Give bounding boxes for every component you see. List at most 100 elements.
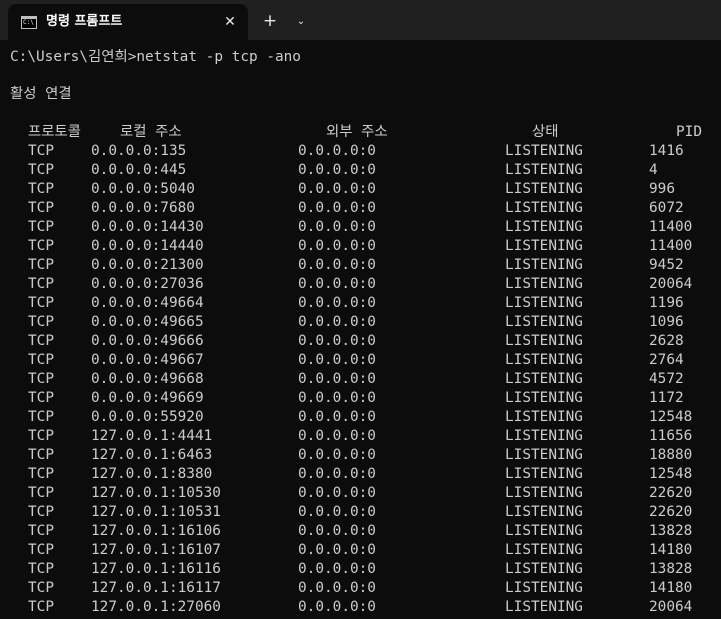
row-state: LISTENING xyxy=(505,599,583,615)
row-local-address: 0.0.0.0:27036 xyxy=(91,276,204,292)
row-pid: 1096 xyxy=(649,314,684,330)
title-bar: C:\ 명령 프롬프트 ✕ + ⌄ xyxy=(0,0,721,40)
command-line: C:\Users\김연희>netstat -p tcp -ano xyxy=(10,48,301,67)
row-proto: TCP xyxy=(28,523,54,539)
row-proto: TCP xyxy=(28,580,54,596)
header-state: 상태 xyxy=(532,124,559,140)
row-pid: 11400 xyxy=(649,238,693,254)
row-foreign-address: 0.0.0.0:0 xyxy=(298,390,376,406)
row-local-address: 127.0.0.1:6463 xyxy=(91,447,213,463)
row-state: LISTENING xyxy=(505,390,583,406)
row-pid: 11656 xyxy=(649,428,693,444)
row-state: LISTENING xyxy=(505,561,583,577)
row-pid: 1196 xyxy=(649,295,684,311)
row-pid: 20064 xyxy=(649,599,693,615)
row-pid: 18880 xyxy=(649,447,693,463)
row-foreign-address: 0.0.0.0:0 xyxy=(298,561,376,577)
row-foreign-address: 0.0.0.0:0 xyxy=(298,181,376,197)
tab-command-prompt[interactable]: C:\ 명령 프롬프트 ✕ xyxy=(8,4,248,40)
row-local-address: 127.0.0.1:8380 xyxy=(91,466,213,482)
header-pid: PID xyxy=(676,124,702,140)
row-state: LISTENING xyxy=(505,162,583,178)
row-state: LISTENING xyxy=(505,314,583,330)
row-foreign-address: 0.0.0.0:0 xyxy=(298,599,376,615)
row-pid: 4 xyxy=(649,162,658,178)
row-proto: TCP xyxy=(28,219,54,235)
row-proto: TCP xyxy=(28,561,54,577)
command-text: netstat -p tcp -ano xyxy=(136,49,301,65)
row-foreign-address: 0.0.0.0:0 xyxy=(298,447,376,463)
row-local-address: 127.0.0.1:4441 xyxy=(91,428,213,444)
row-state: LISTENING xyxy=(505,580,583,596)
row-foreign-address: 0.0.0.0:0 xyxy=(298,276,376,292)
chevron-down-icon[interactable]: ⌄ xyxy=(291,12,311,32)
row-local-address: 127.0.0.1:16116 xyxy=(91,561,221,577)
row-foreign-address: 0.0.0.0:0 xyxy=(298,371,376,387)
row-pid: 22620 xyxy=(649,504,693,520)
header-proto: 프로토콜 xyxy=(28,124,81,140)
row-local-address: 0.0.0.0:14430 xyxy=(91,219,204,235)
row-foreign-address: 0.0.0.0:0 xyxy=(298,466,376,482)
row-local-address: 127.0.0.1:16106 xyxy=(91,523,221,539)
row-state: LISTENING xyxy=(505,200,583,216)
row-proto: TCP xyxy=(28,466,54,482)
row-state: LISTENING xyxy=(505,333,583,349)
row-local-address: 0.0.0.0:49667 xyxy=(91,352,204,368)
row-foreign-address: 0.0.0.0:0 xyxy=(298,523,376,539)
row-proto: TCP xyxy=(28,238,54,254)
row-foreign-address: 0.0.0.0:0 xyxy=(298,219,376,235)
row-pid: 12548 xyxy=(649,466,693,482)
row-foreign-address: 0.0.0.0:0 xyxy=(298,238,376,254)
row-state: LISTENING xyxy=(505,371,583,387)
row-foreign-address: 0.0.0.0:0 xyxy=(298,409,376,425)
row-local-address: 0.0.0.0:49668 xyxy=(91,371,204,387)
row-pid: 6072 xyxy=(649,200,684,216)
terminal-window: C:\ 명령 프롬프트 ✕ + ⌄ C:\Users\김연희>netstat -… xyxy=(0,0,721,619)
row-local-address: 127.0.0.1:27060 xyxy=(91,599,221,615)
close-tab-icon[interactable]: ✕ xyxy=(220,12,240,32)
prompt-text: C:\Users\김연희> xyxy=(10,49,137,65)
row-state: LISTENING xyxy=(505,143,583,159)
row-pid: 11400 xyxy=(649,219,693,235)
row-local-address: 127.0.0.1:10531 xyxy=(91,504,221,520)
row-foreign-address: 0.0.0.0:0 xyxy=(298,295,376,311)
row-state: LISTENING xyxy=(505,542,583,558)
tab-title: 명령 프롬프트 xyxy=(46,14,123,29)
row-proto: TCP xyxy=(28,333,54,349)
row-proto: TCP xyxy=(28,257,54,273)
row-pid: 14180 xyxy=(649,580,693,596)
row-proto: TCP xyxy=(28,314,54,330)
row-proto: TCP xyxy=(28,542,54,558)
row-proto: TCP xyxy=(28,599,54,615)
row-state: LISTENING xyxy=(505,219,583,235)
row-local-address: 0.0.0.0:445 xyxy=(91,162,187,178)
row-proto: TCP xyxy=(28,428,54,444)
row-state: LISTENING xyxy=(505,428,583,444)
row-pid: 22620 xyxy=(649,485,693,501)
row-state: LISTENING xyxy=(505,523,583,539)
header-local-address: 로컬 주소 xyxy=(120,124,182,140)
row-foreign-address: 0.0.0.0:0 xyxy=(298,162,376,178)
header-foreign-address: 외부 주소 xyxy=(326,124,388,140)
row-local-address: 127.0.0.1:16117 xyxy=(91,580,221,596)
command-prompt-icon: C:\ xyxy=(21,16,37,29)
row-pid: 1172 xyxy=(649,390,684,406)
row-proto: TCP xyxy=(28,181,54,197)
row-local-address: 127.0.0.1:10530 xyxy=(91,485,221,501)
row-proto: TCP xyxy=(28,295,54,311)
row-state: LISTENING xyxy=(505,447,583,463)
console-output[interactable]: C:\Users\김연희>netstat -p tcp -ano 활성 연결 프… xyxy=(0,40,721,619)
row-local-address: 0.0.0.0:49669 xyxy=(91,390,204,406)
row-proto: TCP xyxy=(28,485,54,501)
row-pid: 12548 xyxy=(649,409,693,425)
row-proto: TCP xyxy=(28,447,54,463)
row-foreign-address: 0.0.0.0:0 xyxy=(298,504,376,520)
row-local-address: 0.0.0.0:55920 xyxy=(91,409,204,425)
row-pid: 9452 xyxy=(649,257,684,273)
new-tab-icon[interactable]: + xyxy=(259,10,281,32)
section-title: 활성 연결 xyxy=(10,86,72,102)
row-proto: TCP xyxy=(28,371,54,387)
row-state: LISTENING xyxy=(505,257,583,273)
row-foreign-address: 0.0.0.0:0 xyxy=(298,143,376,159)
row-state: LISTENING xyxy=(505,485,583,501)
